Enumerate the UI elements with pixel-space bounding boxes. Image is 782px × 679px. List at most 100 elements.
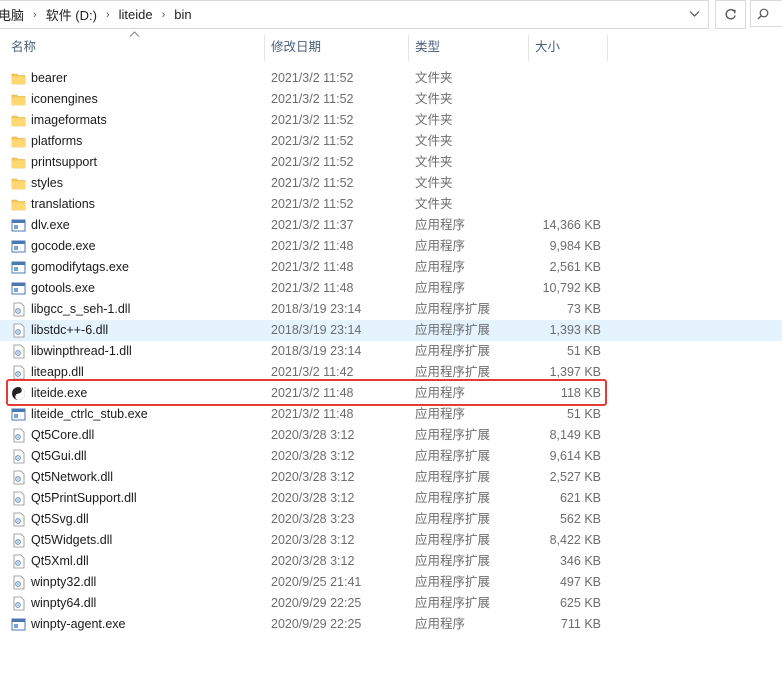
file-row[interactable]: imageformats 2021/3/2 11:52 文件夹 <box>0 110 782 131</box>
column-divider[interactable] <box>264 35 265 61</box>
file-row[interactable]: Qt5PrintSupport.dll 2020/3/28 3:12 应用程序扩展 6… <box>0 488 782 509</box>
dll-icon <box>11 428 26 443</box>
file-name: gomodifytags.exe <box>31 260 129 274</box>
dll-icon <box>11 533 26 548</box>
file-type: 文件夹 <box>415 92 453 106</box>
file-row[interactable]: iconengines 2021/3/2 11:52 文件夹 <box>0 89 782 110</box>
exe-icon <box>11 281 26 296</box>
file-modified-date: 2021/3/2 11:52 <box>271 134 354 148</box>
dll-icon <box>11 596 26 611</box>
search-input[interactable] <box>750 0 782 27</box>
file-name: Qt5Xml.dll <box>31 554 89 568</box>
file-size: 2,527 KB <box>549 470 601 484</box>
file-name: Qt5Widgets.dll <box>31 533 113 547</box>
file-row[interactable]: printsupport 2021/3/2 11:52 文件夹 <box>0 152 782 173</box>
file-row[interactable]: liteide_ctrlc_stub.exe 2021/3/2 11:48 应用程序… <box>0 404 782 425</box>
file-size: 625 KB <box>559 596 601 610</box>
file-row[interactable]: gotools.exe 2021/3/2 11:48 应用程序 10,792 KB <box>0 278 782 299</box>
column-divider[interactable] <box>528 35 529 61</box>
file-type: 应用程序 <box>415 239 466 253</box>
column-header-name[interactable]: 名称 <box>11 32 36 63</box>
file-name: libgcc_s_seh-1.dll <box>31 302 131 316</box>
file-type: 应用程序 <box>415 281 466 295</box>
folder-icon <box>11 71 26 86</box>
breadcrumb-this-pc[interactable]: 电脑 <box>0 5 24 24</box>
file-name: winpty32.dll <box>31 575 97 589</box>
file-type: 应用程序扩展 <box>415 512 491 526</box>
file-row[interactable]: gocode.exe 2021/3/2 11:48 应用程序 9,984 KB <box>0 236 782 257</box>
file-modified-date: 2018/3/19 23:14 <box>271 302 362 316</box>
column-header-size[interactable]: 大小 <box>535 32 560 63</box>
dll-icon <box>11 512 26 527</box>
sort-ascending-icon <box>129 29 140 41</box>
file-row[interactable]: Qt5Gui.dll 2020/3/28 3:12 应用程序扩展 9,614 KB <box>0 446 782 467</box>
column-divider[interactable] <box>408 35 409 61</box>
file-name: Qt5Core.dll <box>31 428 95 442</box>
breadcrumb-bin[interactable]: bin <box>174 7 191 22</box>
column-header-type[interactable]: 类型 <box>415 32 440 63</box>
file-row[interactable]: Qt5Widgets.dll 2020/3/28 3:12 应用程序扩展 8,422 … <box>0 530 782 551</box>
file-row[interactable]: liteide.exe 2021/3/2 11:48 应用程序 118 KB <box>0 383 782 404</box>
dll-icon <box>11 344 26 359</box>
file-row[interactable]: libstdc++-6.dll 2018/3/19 23:14 应用程序扩展 1,39… <box>0 320 782 341</box>
file-row[interactable]: styles 2021/3/2 11:52 文件夹 <box>0 173 782 194</box>
address-bar[interactable]: 电脑 › 软件 (D:) › liteide › bin <box>0 0 709 29</box>
chevron-down-icon[interactable] <box>689 8 700 22</box>
file-modified-date: 2021/3/2 11:52 <box>271 92 354 106</box>
file-name: libwinpthread-1.dll <box>31 344 132 358</box>
column-divider[interactable] <box>607 35 608 61</box>
file-name: imageformats <box>31 113 107 127</box>
breadcrumb-drive-d[interactable]: 软件 (D:) <box>46 5 97 24</box>
file-row[interactable]: libgcc_s_seh-1.dll 2018/3/19 23:14 应用程序扩展 7… <box>0 299 782 320</box>
file-row[interactable]: Qt5Core.dll 2020/3/28 3:12 应用程序扩展 8,149 KB <box>0 425 782 446</box>
file-modified-date: 2020/3/28 3:12 <box>271 428 355 442</box>
file-modified-date: 2021/3/2 11:52 <box>271 155 354 169</box>
breadcrumb-liteide[interactable]: liteide <box>119 7 153 22</box>
file-row[interactable]: winpty64.dll 2020/9/29 22:25 应用程序扩展 625 KB <box>0 593 782 614</box>
file-modified-date: 2018/3/19 23:14 <box>271 344 362 358</box>
refresh-button[interactable] <box>715 0 746 29</box>
file-row[interactable]: Qt5Network.dll 2020/3/28 3:12 应用程序扩展 2,527 … <box>0 467 782 488</box>
file-type: 应用程序 <box>415 407 466 421</box>
file-size: 73 KB <box>566 302 601 316</box>
file-size: 1,393 KB <box>549 323 601 337</box>
file-row[interactable]: libwinpthread-1.dll 2018/3/19 23:14 应用程序扩展… <box>0 341 782 362</box>
file-row[interactable]: liteapp.dll 2021/3/2 11:42 应用程序扩展 1,397 KB <box>0 362 782 383</box>
column-header-date[interactable]: 修改日期 <box>271 32 321 63</box>
search-icon <box>757 8 769 19</box>
file-row[interactable]: gomodifytags.exe 2021/3/2 11:48 应用程序 2,561 … <box>0 257 782 278</box>
file-name: winpty-agent.exe <box>31 617 126 631</box>
breadcrumb-chevron-icon[interactable]: › <box>162 9 166 21</box>
file-type: 应用程序扩展 <box>415 554 491 568</box>
dll-icon <box>11 470 26 485</box>
file-name: Qt5PrintSupport.dll <box>31 491 137 505</box>
exe-icon <box>11 260 26 275</box>
folder-icon <box>11 155 26 170</box>
liteide-app-icon <box>11 386 26 401</box>
file-size: 2,561 KB <box>549 260 601 274</box>
folder-icon <box>11 134 26 149</box>
file-row[interactable]: Qt5Xml.dll 2020/3/28 3:12 应用程序扩展 346 KB <box>0 551 782 572</box>
file-name: Qt5Svg.dll <box>31 512 89 526</box>
file-size: 621 KB <box>559 491 601 505</box>
file-row[interactable]: bearer 2021/3/2 11:52 文件夹 <box>0 68 782 89</box>
file-row[interactable]: winpty32.dll 2020/9/25 21:41 应用程序扩展 497 KB <box>0 572 782 593</box>
file-name: liteide.exe <box>31 386 88 400</box>
file-type: 应用程序 <box>415 218 466 232</box>
breadcrumb-chevron-icon[interactable]: › <box>106 9 110 21</box>
file-modified-date: 2020/3/28 3:12 <box>271 554 355 568</box>
file-modified-date: 2020/9/29 22:25 <box>271 617 362 631</box>
file-modified-date: 2020/3/28 3:12 <box>271 470 355 484</box>
file-modified-date: 2021/3/2 11:48 <box>271 407 354 421</box>
file-row[interactable]: dlv.exe 2021/3/2 11:37 应用程序 14,366 KB <box>0 215 782 236</box>
file-name: styles <box>31 176 63 190</box>
file-row[interactable]: platforms 2021/3/2 11:52 文件夹 <box>0 131 782 152</box>
file-row[interactable]: Qt5Svg.dll 2020/3/28 3:23 应用程序扩展 562 KB <box>0 509 782 530</box>
breadcrumb-chevron-icon[interactable]: › <box>33 9 37 21</box>
file-modified-date: 2020/3/28 3:12 <box>271 491 355 505</box>
file-type: 应用程序扩展 <box>415 428 491 442</box>
file-row[interactable]: translations 2021/3/2 11:52 文件夹 <box>0 194 782 215</box>
file-row[interactable]: winpty-agent.exe 2020/9/29 22:25 应用程序 711 K… <box>0 614 782 635</box>
address-bar-area: 电脑 › 软件 (D:) › liteide › bin <box>0 0 782 30</box>
file-modified-date: 2020/9/25 21:41 <box>271 575 362 589</box>
